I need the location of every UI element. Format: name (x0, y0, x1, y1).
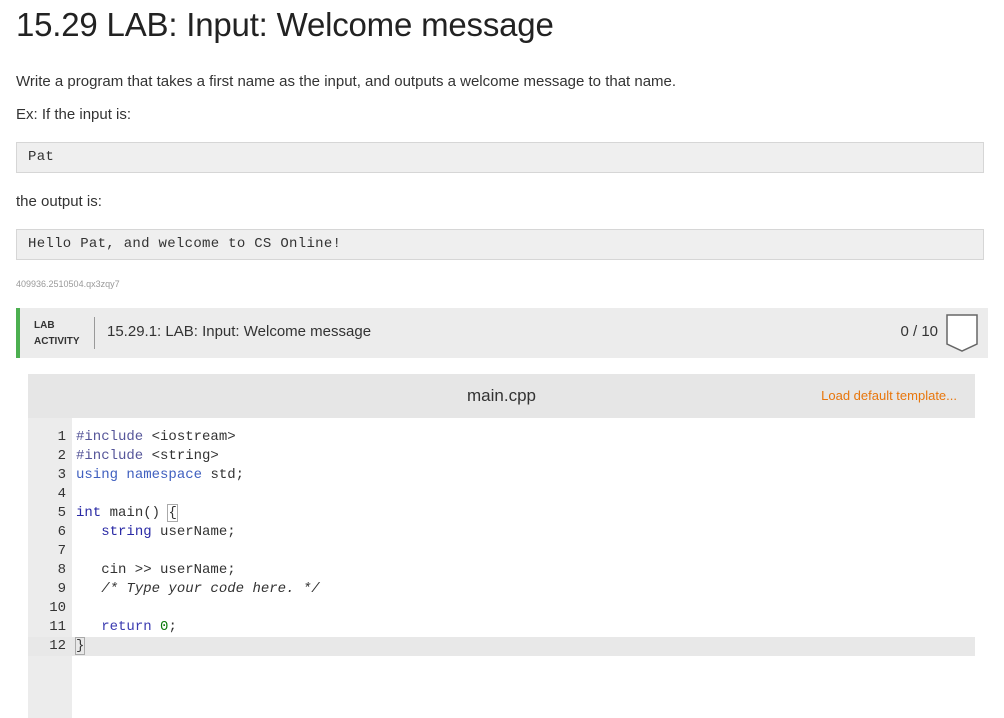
lab-activity-tag: LAB ACTIVITY (34, 318, 80, 350)
code-text[interactable]: /* Type your code here. */ (76, 580, 319, 599)
line-number: 8 (57, 562, 66, 578)
code-text[interactable]: #include <iostream> (76, 428, 236, 447)
code-text[interactable]: using namespace std; (76, 466, 244, 485)
line-number: 11 (49, 619, 66, 635)
lab-activity-name: 15.29.1: LAB: Input: Welcome message (107, 323, 372, 340)
code-editor: main.cpp Load default template... 1 #incl… (28, 374, 975, 718)
code-area[interactable]: 1 #include <iostream> 2 #include <string> 3 u… (28, 428, 975, 656)
example-output-box: Hello Pat, and welcome to CS Online! (16, 229, 984, 260)
lab-score: 0 / 10 (900, 323, 938, 340)
line-number: 9 (57, 581, 66, 597)
line-number: 12 (49, 638, 66, 654)
line-number: 10 (49, 600, 66, 616)
line-number: 6 (57, 524, 66, 540)
lab-description: Write a program that takes a first name … (16, 73, 677, 90)
lab-divider (94, 317, 95, 349)
code-line[interactable]: 1 #include <iostream> (28, 428, 975, 447)
activity-id: 409936.2510504.qx3zqy7 (16, 279, 120, 289)
code-text[interactable]: int main() { (76, 504, 178, 523)
line-number: 3 (57, 467, 66, 483)
code-line[interactable]: 9 /* Type your code here. */ (28, 580, 975, 599)
code-text[interactable]: } (74, 637, 86, 656)
code-text[interactable]: cin >> userName; (76, 561, 235, 580)
line-number: 7 (57, 543, 66, 559)
example-intro: Ex: If the input is: (16, 106, 132, 123)
line-number: 5 (57, 505, 66, 521)
code-text[interactable]: #include <string> (76, 447, 219, 466)
code-line[interactable]: 7 (28, 542, 975, 561)
load-default-template-link[interactable]: Load default template... (821, 388, 957, 403)
code-text[interactable]: return 0; (76, 618, 177, 637)
code-line[interactable]: 4 (28, 485, 975, 504)
code-line[interactable]: 8 cin >> userName; (28, 561, 975, 580)
page-title: 15.29 LAB: Input: Welcome message (16, 6, 554, 43)
code-text[interactable]: string userName; (76, 523, 235, 542)
code-line[interactable]: 3 using namespace std; (28, 466, 975, 485)
line-number: 2 (57, 448, 66, 464)
lab-tag-line2: ACTIVITY (34, 336, 80, 347)
lab-tag-line1: LAB (34, 320, 55, 331)
code-line[interactable]: 2 #include <string> (28, 447, 975, 466)
completion-shield-icon (946, 314, 978, 357)
lab-activity-header: LAB ACTIVITY 15.29.1: LAB: Input: Welcom… (16, 308, 988, 358)
code-line[interactable]: 11 return 0; (28, 618, 975, 637)
line-number: 1 (57, 429, 66, 445)
editor-toolbar: main.cpp Load default template... (28, 374, 975, 418)
code-line[interactable]: 10 (28, 599, 975, 618)
line-number: 4 (57, 486, 66, 502)
code-line[interactable]: 5 int main() { (28, 504, 975, 523)
code-line[interactable]: 6 string userName; (28, 523, 975, 542)
output-intro: the output is: (16, 193, 102, 210)
example-input-box: Pat (16, 142, 984, 173)
code-line[interactable]: 12} (28, 637, 975, 656)
